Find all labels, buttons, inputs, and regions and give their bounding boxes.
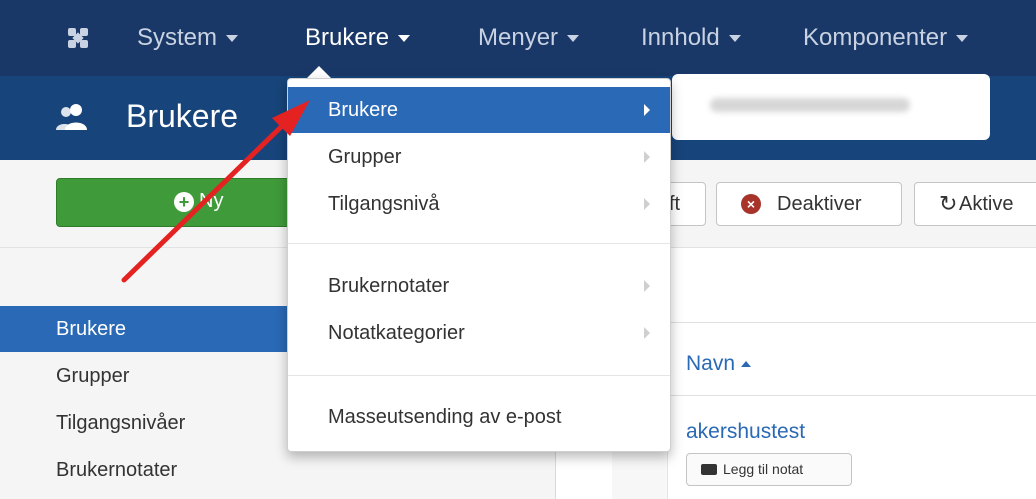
joomla-logo-icon[interactable]: [66, 26, 90, 50]
chevron-right-icon: [644, 280, 650, 292]
dropdown-divider: [288, 375, 670, 376]
chevron-right-icon: [644, 151, 650, 163]
dropdown-item-grupper[interactable]: Grupper: [288, 134, 670, 180]
nav-brukere[interactable]: Brukere: [305, 24, 411, 52]
blurred-notice-text: [710, 98, 910, 112]
dropdown-item-brukernotater[interactable]: Brukernotater: [288, 263, 670, 309]
user-link[interactable]: akershustest: [686, 420, 805, 444]
add-note-button[interactable]: Legg til notat: [686, 453, 852, 486]
divider: [612, 322, 1036, 323]
page-title: Brukere: [126, 98, 239, 134]
users-icon: [56, 104, 87, 130]
sidebar-item-brukernotater[interactable]: Brukernotater: [0, 447, 556, 493]
dropdown-item-masseutsending[interactable]: Masseutsending av e-post: [288, 394, 670, 440]
chevron-down-icon: [728, 35, 741, 43]
refresh-icon: ↻: [939, 191, 958, 216]
nav-komponenter[interactable]: Komponenter: [803, 24, 969, 52]
activate-button[interactable]: ↻ Aktive: [914, 182, 1036, 226]
note-icon: [701, 464, 717, 475]
sort-asc-icon: [741, 361, 752, 368]
nav-menyer[interactable]: Menyer: [478, 24, 580, 52]
plus-icon: +: [174, 192, 194, 212]
column-header-name[interactable]: Navn: [686, 352, 752, 376]
dropdown-item-notatkategorier[interactable]: Notatkategorier: [288, 310, 670, 356]
chevron-right-icon: [644, 198, 650, 210]
chevron-right-icon: [644, 104, 650, 116]
dropdown-item-tilgangsniva[interactable]: Tilgangsnivå: [288, 181, 670, 227]
close-circle-icon: ×: [741, 194, 761, 214]
dropdown-pointer: [307, 66, 331, 78]
nav-system[interactable]: System: [137, 24, 239, 52]
chevron-right-icon: [644, 327, 650, 339]
chevron-down-icon: [226, 35, 239, 43]
chevron-down-icon: [956, 35, 969, 43]
chevron-down-icon: [567, 35, 580, 43]
new-button[interactable]: + Ny: [56, 178, 306, 227]
deactivate-button[interactable]: × Deaktiver: [716, 182, 902, 226]
dropdown-item-brukere[interactable]: Brukere: [288, 87, 670, 133]
table-header: [612, 324, 1036, 396]
nav-innhold[interactable]: Innhold: [641, 24, 741, 52]
chevron-down-icon: [398, 35, 411, 43]
dropdown-divider: [288, 243, 670, 244]
